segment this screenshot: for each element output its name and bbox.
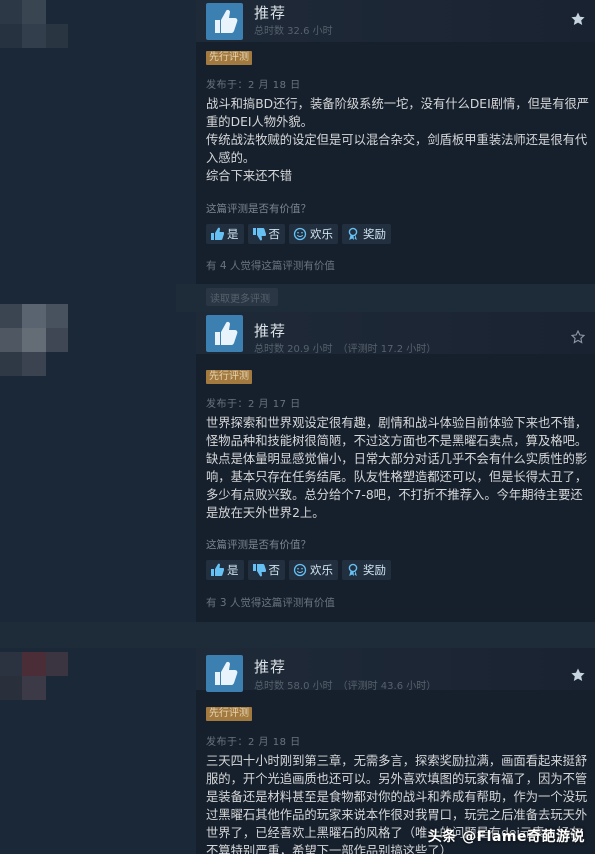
posted-date: 发布于：2 月 17 日 — [206, 399, 301, 410]
load-more-label[interactable]: 读取更多评测 — [206, 288, 278, 306]
award-button[interactable]: 奖励 — [342, 224, 391, 244]
vote-no-button[interactable]: 否 — [247, 224, 285, 244]
award-ribbon-icon — [348, 227, 358, 240]
award-label: 奖励 — [363, 563, 386, 577]
vote-no-label: 否 — [268, 227, 281, 241]
watermark: 头条 @Flame奇葩游说 — [427, 829, 585, 845]
review-header: 推荐 总时数 20.9 小时 （评测时 17.2 小时） — [196, 312, 595, 355]
review-header: 推荐 总时数 32.6 小时 — [196, 0, 595, 42]
posted-date: 发布于：2 月 18 日 — [206, 80, 301, 91]
review-card: 推荐 总时数 32.6 小时 先行评测 发布于：2 月 18 日 战斗和搞BD还… — [196, 0, 595, 284]
vote-funny-label: 欢乐 — [310, 563, 333, 577]
award-ribbon-icon — [348, 563, 358, 576]
recommendation-title[interactable]: 推荐 — [254, 2, 286, 23]
thumbs-up-icon — [206, 315, 243, 352]
award-star-outline-icon[interactable] — [571, 330, 585, 344]
playtime: 总时数 32.6 小时 — [254, 26, 333, 37]
thumbs-up-icon — [206, 655, 243, 692]
found-helpful-count: 有 4 人觉得这篇评测有价值 — [206, 260, 335, 272]
thumbs-down-icon — [252, 564, 266, 577]
vote-buttons: 是 否 欢乐 奖励 — [206, 224, 391, 244]
early-access-badge: 先行评测 — [206, 51, 252, 65]
avatar-pixelated — [0, 304, 70, 378]
review-card: 推荐 总时数 58.0 小时 （评测时 43.6 小时） 先行评测 发布于：2 … — [196, 648, 595, 854]
review-text: 战斗和搞BD还行，装备阶级系统一坨，没有什么DEI剧情，但是有很严重的DEI人物… — [206, 95, 590, 185]
award-label: 奖励 — [363, 227, 386, 241]
vote-no-label: 否 — [268, 563, 281, 577]
review-paragraph: 战斗和搞BD还行，装备阶级系统一坨，没有什么DEI剧情，但是有很严重的DEI人物… — [206, 97, 590, 129]
review-separator — [0, 622, 595, 648]
vote-buttons: 是 否 欢乐 奖励 — [206, 560, 391, 580]
thumbs-down-icon — [252, 228, 266, 241]
vote-yes-button[interactable]: 是 — [206, 224, 244, 244]
avatar-pixelated — [0, 652, 70, 704]
vote-funny-button[interactable]: 欢乐 — [289, 560, 338, 580]
early-access-badge: 先行评测 — [206, 370, 252, 384]
vote-yes-label: 是 — [227, 227, 239, 241]
smiley-icon — [293, 227, 307, 241]
posted-date: 发布于：2 月 18 日 — [206, 737, 301, 748]
review-text: 世界探索和世界观设定很有趣，剧情和战斗体验目前体验下来也不错，怪物品种和技能树很… — [206, 414, 590, 522]
found-helpful-count: 有 3 人觉得这篇评测有价值 — [206, 597, 335, 609]
avatar-pixelated — [0, 0, 70, 50]
vote-no-button[interactable]: 否 — [247, 560, 285, 580]
review-header: 推荐 总时数 58.0 小时 （评测时 43.6 小时） — [196, 648, 595, 692]
review-card: 推荐 总时数 20.9 小时 （评测时 17.2 小时） 先行评测 发布于：2 … — [196, 312, 595, 622]
vote-yes-label: 是 — [227, 563, 239, 577]
helpful-question: 这篇评测是否有价值？ — [206, 203, 311, 215]
early-access-badge: 先行评测 — [206, 707, 252, 721]
thumbs-up-icon — [211, 227, 224, 240]
vote-funny-label: 欢乐 — [310, 227, 333, 241]
review-paragraph: 综合下来还不错 — [206, 169, 293, 183]
vote-yes-button[interactable]: 是 — [206, 560, 244, 580]
recommendation-title[interactable]: 推荐 — [254, 656, 286, 677]
thumbs-up-icon — [206, 3, 243, 40]
recommendation-title[interactable]: 推荐 — [254, 320, 286, 341]
award-button[interactable]: 奖励 — [342, 560, 391, 580]
vote-funny-button[interactable]: 欢乐 — [289, 224, 338, 244]
thumbs-up-icon — [211, 563, 224, 576]
smiley-icon — [293, 563, 307, 577]
playtime: 总时数 58.0 小时 （评测时 43.6 小时） — [254, 681, 437, 692]
playtime: 总时数 20.9 小时 （评测时 17.2 小时） — [254, 344, 437, 355]
award-star-icon[interactable] — [571, 668, 585, 682]
helpful-question: 这篇评测是否有价值？ — [206, 539, 311, 551]
award-star-icon[interactable] — [571, 12, 585, 26]
review-paragraph: 传统战法牧贼的设定但是可以混合杂交，剑盾板甲重装法师还是很有代入感的。 — [206, 133, 588, 165]
review-paragraph: 世界探索和世界观设定很有趣，剧情和战斗体验目前体验下来也不错，怪物品种和技能树很… — [206, 416, 588, 520]
left-column — [0, 0, 176, 854]
